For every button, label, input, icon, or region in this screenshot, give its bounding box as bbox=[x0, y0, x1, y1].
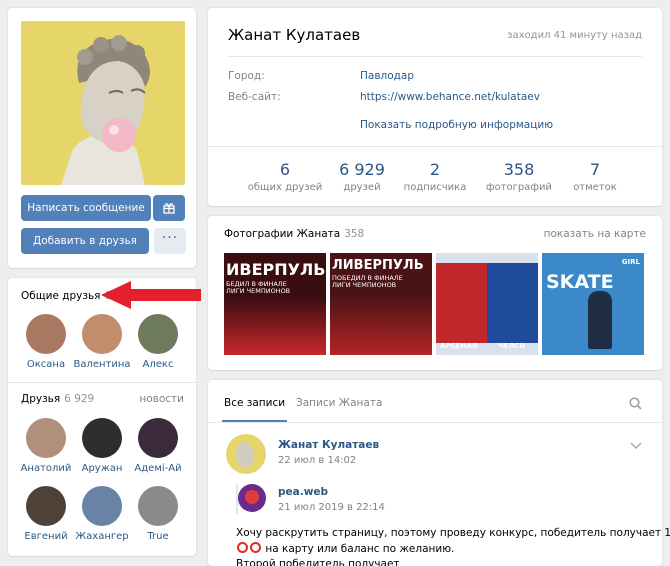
more-dots-icon: ··· bbox=[161, 230, 179, 246]
stat-friends[interactable]: 6 929 друзей bbox=[322, 160, 402, 193]
photo-subcaption: ЧЕЛСИ bbox=[498, 342, 526, 350]
photo-caption: ЛИВЕРПУЛЬ bbox=[332, 258, 424, 273]
tab-all-posts[interactable]: Все записи bbox=[221, 397, 288, 422]
more-actions-button[interactable]: ··· bbox=[154, 228, 186, 254]
photo-thumb[interactable]: АРСЕНАЛ ЧЕЛСИ bbox=[436, 253, 538, 355]
friend-item[interactable]: Аружан bbox=[72, 418, 132, 474]
website-link[interactable]: https://www.behance.net/kulataev bbox=[360, 91, 540, 103]
common-friends-title[interactable]: Общие друзья6 bbox=[21, 290, 111, 302]
photo-thumb[interactable]: SKATE GIRL bbox=[542, 253, 644, 355]
friend-name: Алекс bbox=[142, 359, 174, 370]
city-label: Город: bbox=[228, 70, 265, 82]
show-details-link[interactable]: Показать подробную информацию bbox=[360, 119, 553, 131]
website-label: Веб-сайт: bbox=[228, 91, 281, 103]
avatar bbox=[138, 314, 178, 354]
city-link[interactable]: Павлодар bbox=[360, 70, 414, 82]
write-message-button[interactable]: Написать сообщение bbox=[21, 195, 151, 221]
profile-info-card: Жанат Кулатаев заходил 41 минуту назад Г… bbox=[208, 8, 662, 206]
divider bbox=[208, 146, 662, 147]
photo-art bbox=[224, 297, 326, 355]
avatar bbox=[26, 314, 66, 354]
photo-thumb[interactable]: ЛИВЕРПУЛЬ ПОБЕДИЛ В ФИНАЛЕ ЛИГИ ЧЕМПИОНО… bbox=[330, 253, 432, 355]
post-text-line: Второй победитель получает bbox=[236, 558, 400, 566]
gift-button[interactable] bbox=[153, 195, 185, 221]
common-friend-item[interactable]: Алекс bbox=[128, 314, 188, 370]
profile-photo[interactable] bbox=[21, 21, 185, 185]
stat-followers[interactable]: 2 подписчика bbox=[395, 160, 475, 193]
post-text-line: на карту или баланс по желанию. bbox=[236, 542, 454, 555]
post-author-avatar[interactable] bbox=[226, 434, 266, 474]
friend-name: Оксана bbox=[26, 359, 66, 370]
add-friend-label: Добавить в друзья bbox=[33, 235, 137, 247]
show-on-map-link[interactable]: показать на карте bbox=[544, 228, 646, 240]
gift-icon bbox=[163, 203, 175, 214]
friend-item[interactable]: True bbox=[128, 486, 188, 542]
avatar bbox=[82, 314, 122, 354]
avatar bbox=[82, 486, 122, 526]
photo-art bbox=[588, 291, 612, 349]
photo-subcaption: ПОБЕДИЛ В ФИНАЛЕ ЛИГИ ЧЕМПИОНОВ bbox=[332, 274, 403, 289]
friend-item[interactable]: Адемі-Ай bbox=[128, 418, 188, 474]
chevron-down-icon[interactable] bbox=[630, 442, 642, 450]
photo-caption: SKATE bbox=[546, 271, 614, 293]
friend-name: True bbox=[147, 531, 169, 542]
photo-thumb[interactable]: ИВЕРПУЛЬ БЕДИЛ В ФИНАЛЕ ЛИГИ ЧЕМПИОНОВ bbox=[224, 253, 326, 355]
photo-caption: ИВЕРПУЛЬ bbox=[226, 260, 326, 279]
post-text-line: Хочу раскрутить страницу, поэтому провед… bbox=[236, 527, 670, 539]
divider bbox=[208, 422, 662, 423]
friend-name: Анатолий bbox=[20, 463, 72, 474]
avatar-card: Написать сообщение Добавить в друзья ··· bbox=[8, 8, 196, 268]
divider bbox=[8, 382, 196, 383]
photo-art bbox=[487, 263, 538, 343]
avatar bbox=[26, 418, 66, 458]
photo-subcaption: БЕДИЛ В ФИНАЛЕ ЛИГИ ЧЕМПИОНОВ bbox=[226, 280, 291, 295]
friend-item[interactable]: Жахангер bbox=[72, 486, 132, 542]
common-friend-item[interactable]: Оксана bbox=[16, 314, 76, 370]
friends-card: Общие друзья6 Оксана Валентина Алекс Дру… bbox=[8, 278, 196, 556]
stat-common-friends[interactable]: 6 общих друзей bbox=[245, 160, 325, 193]
friend-item[interactable]: Анатолий bbox=[16, 418, 76, 474]
photos-count: 358 bbox=[344, 228, 365, 240]
avatar bbox=[138, 418, 178, 458]
avatar bbox=[82, 418, 122, 458]
profile-name: Жанат Кулатаев bbox=[228, 26, 361, 44]
photos-card: Фотографии Жаната 358 показать на карте И… bbox=[208, 216, 662, 370]
post-author-name[interactable]: Жанат Кулатаев bbox=[278, 439, 379, 451]
red-arrow-annotation bbox=[101, 281, 201, 309]
red-circle-emoji-icon bbox=[237, 542, 248, 553]
write-message-label: Написать сообщение bbox=[27, 202, 145, 214]
repost-author-avatar[interactable] bbox=[238, 484, 266, 512]
friends-news-link[interactable]: новости bbox=[139, 393, 184, 405]
friend-name: Аружан bbox=[81, 463, 123, 474]
red-circle-emoji-icon bbox=[250, 542, 261, 553]
divider bbox=[228, 56, 642, 57]
repost-date[interactable]: 21 июл 2019 в 22:14 bbox=[278, 502, 385, 513]
avatar bbox=[138, 486, 178, 526]
repost-author-name[interactable]: pea.web bbox=[278, 486, 328, 498]
avatar bbox=[26, 486, 66, 526]
friend-item[interactable]: Евгений bbox=[16, 486, 76, 542]
photo-art bbox=[436, 263, 487, 343]
common-friend-item[interactable]: Валентина bbox=[72, 314, 132, 370]
stat-photos[interactable]: 358 фотографий bbox=[479, 160, 559, 193]
photo-subcaption: GIRL bbox=[621, 258, 640, 266]
stat-tags[interactable]: 7 отметок bbox=[555, 160, 635, 193]
friend-name: Евгений bbox=[24, 531, 68, 542]
friend-name: Адемі-Ай bbox=[134, 463, 182, 474]
wall-card: Все записи Записи Жаната Жанат Кулатаев … bbox=[208, 380, 670, 566]
last-seen-status: заходил 41 минуту назад bbox=[507, 30, 642, 41]
post-date[interactable]: 22 июл в 14:02 bbox=[278, 455, 356, 466]
tab-own-posts[interactable]: Записи Жаната bbox=[296, 397, 382, 409]
search-icon[interactable] bbox=[629, 397, 642, 410]
friend-name: Валентина bbox=[73, 359, 131, 370]
friends-count: 6 929 bbox=[64, 393, 95, 405]
add-friend-button[interactable]: Добавить в друзья bbox=[21, 228, 149, 254]
photo-art bbox=[330, 295, 432, 355]
friend-name: Жахангер bbox=[75, 531, 129, 542]
photos-title[interactable]: Фотографии Жаната 358 bbox=[224, 228, 364, 240]
friends-title[interactable]: Друзья 6 929 bbox=[21, 393, 94, 405]
